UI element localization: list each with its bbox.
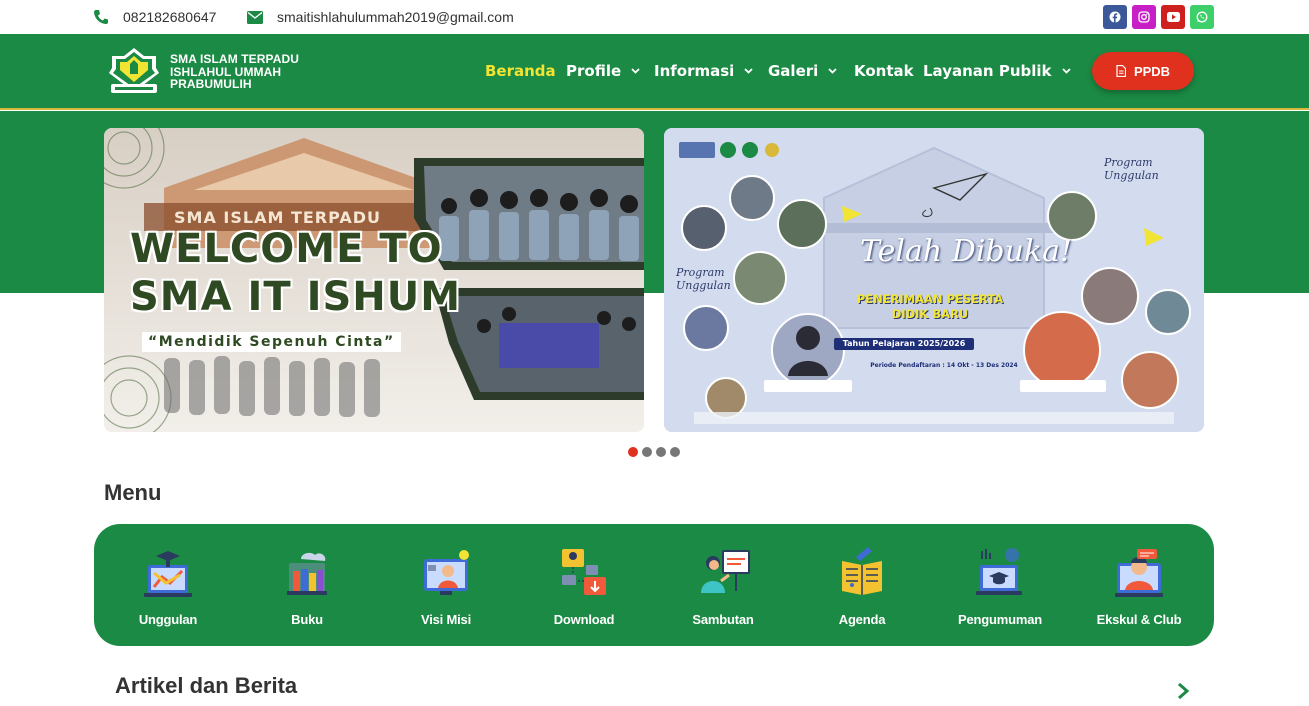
- menu-item-download[interactable]: Download: [524, 544, 644, 627]
- envelope-icon: [247, 9, 263, 25]
- nav-layanan-label: Layanan Publik: [923, 62, 1052, 80]
- menu-item-agenda[interactable]: Agenda: [802, 544, 922, 627]
- menu-label: Sambutan: [692, 612, 754, 627]
- menu-label: Ekskul & Club: [1096, 612, 1182, 627]
- books-icon: [277, 544, 337, 602]
- sambutan-icon: [693, 544, 753, 602]
- phone-icon: [93, 9, 109, 25]
- school-name-line1: SMA ISLAM TERPADU: [170, 52, 300, 66]
- youtube-icon[interactable]: [1161, 5, 1185, 29]
- email-address: smaitishlahulummah2019@gmail.com: [277, 9, 514, 25]
- slider-dot-2[interactable]: [642, 447, 652, 457]
- menu-item-ekskul[interactable]: Ekskul & Club: [1079, 544, 1199, 627]
- pengumuman-icon: [970, 544, 1030, 602]
- social-links: [1103, 5, 1214, 29]
- program-unggulan-right: Program Unggulan: [1104, 156, 1159, 182]
- nav-profile[interactable]: Profile: [566, 62, 640, 80]
- ppdb-headline: PENERIMAAN PESERTA DIDIK BARU: [840, 292, 1020, 322]
- school-logo[interactable]: [107, 46, 161, 96]
- facebook-icon[interactable]: [1103, 5, 1127, 29]
- menu-item-buku[interactable]: Buku: [247, 544, 367, 627]
- school-name[interactable]: SMA ISLAM TERPADU ISHLAHUL UMMAH PRABUMU…: [170, 53, 299, 91]
- menu-section-title: Menu: [104, 480, 162, 505]
- ppdb-headline-line2: DIDIK BARU: [891, 307, 969, 321]
- menu-label: Unggulan: [138, 612, 198, 627]
- chevron-right-icon[interactable]: [1176, 680, 1190, 706]
- nav-kontak[interactable]: Kontak: [854, 62, 914, 80]
- menu-label: Download: [553, 612, 615, 627]
- menu-item-sambutan[interactable]: Sambutan: [663, 544, 783, 627]
- unggulan-icon: [138, 544, 198, 602]
- menu-item-visi-misi[interactable]: Visi Misi: [386, 544, 506, 627]
- nav-layanan-publik[interactable]: Layanan Publik: [923, 62, 1071, 80]
- welcome-line2: SMA IT ISHUM: [130, 274, 462, 320]
- nav-galeri-label: Galeri: [768, 62, 819, 80]
- nav-galeri[interactable]: Galeri: [768, 62, 837, 80]
- welcome-line1: WELCOME TO: [130, 226, 443, 272]
- slide2-headline: Telah Dibuka!: [860, 234, 1073, 269]
- nav-informasi[interactable]: Informasi: [654, 62, 753, 80]
- menu-label: Buku: [291, 612, 323, 627]
- phone-contact[interactable]: 082182680647: [93, 9, 216, 25]
- visi-misi-icon: [416, 544, 476, 602]
- artikel-section-title: Artikel dan Berita: [115, 673, 298, 698]
- school-name-line3: PRABUMULIH: [170, 77, 252, 91]
- download-icon: [554, 544, 614, 602]
- slide-ppdb[interactable]: Program Unggulan Program Unggulan Telah …: [664, 128, 1204, 432]
- program-unggulan-left: Program Unggulan: [676, 266, 731, 292]
- slider-pagination: [628, 447, 680, 457]
- gate-banner-text: SMA ISLAM TERPADU: [174, 208, 382, 227]
- nav-kontak-label: Kontak: [854, 62, 914, 80]
- menu-item-unggulan[interactable]: Unggulan: [108, 544, 228, 627]
- tahun-pelajaran: Tahun Pelajaran 2025/2026: [842, 339, 966, 348]
- email-contact[interactable]: smaitishlahulummah2019@gmail.com: [247, 9, 514, 25]
- phone-number: 082182680647: [123, 9, 217, 25]
- chevron-down-icon: [828, 66, 837, 77]
- document-icon: [1116, 65, 1126, 77]
- tagline: “Mendidik Sepenuh Cinta”: [142, 332, 401, 352]
- menu-panel: Unggulan Buku Visi Misi Download Sambuta…: [94, 524, 1214, 646]
- main-navbar: SMA ISLAM TERPADU ISHLAHUL UMMAH PRABUMU…: [0, 34, 1309, 110]
- slider-dot-4[interactable]: [670, 447, 680, 457]
- menu-label: Agenda: [838, 612, 886, 627]
- menu-label: Pengumuman: [958, 612, 1042, 627]
- menu-label: Visi Misi: [421, 612, 471, 627]
- nav-beranda[interactable]: Beranda: [485, 62, 556, 80]
- menu-item-pengumuman[interactable]: Pengumuman: [940, 544, 1060, 627]
- ppdb-label: PPDB: [1133, 63, 1171, 79]
- periode-pendaftaran: Periode Pendaftaran : 14 Okt - 13 Des 20…: [870, 362, 1018, 369]
- chevron-down-icon: [744, 66, 753, 77]
- chevron-down-icon: [631, 66, 640, 77]
- chevron-down-icon: [1061, 66, 1071, 77]
- slider-dot-3[interactable]: [656, 447, 666, 457]
- whatsapp-icon[interactable]: [1190, 5, 1214, 29]
- slider-dot-1[interactable]: [628, 447, 638, 457]
- ppdb-headline-line1: PENERIMAAN PESERTA: [856, 292, 1004, 306]
- slide-welcome[interactable]: SMA ISLAM TERPADU WELCOME TO SMA IT ISHU…: [104, 128, 644, 432]
- nav-profile-label: Profile: [566, 62, 622, 80]
- nav-informasi-label: Informasi: [654, 62, 735, 80]
- ekskul-icon: [1109, 544, 1169, 602]
- top-bar: 082182680647 smaitishlahulummah2019@gmai…: [0, 0, 1309, 34]
- agenda-icon: [832, 544, 892, 602]
- nav-beranda-label: Beranda: [485, 62, 556, 80]
- instagram-icon[interactable]: [1132, 5, 1156, 29]
- ppdb-button[interactable]: PPDB: [1092, 52, 1194, 90]
